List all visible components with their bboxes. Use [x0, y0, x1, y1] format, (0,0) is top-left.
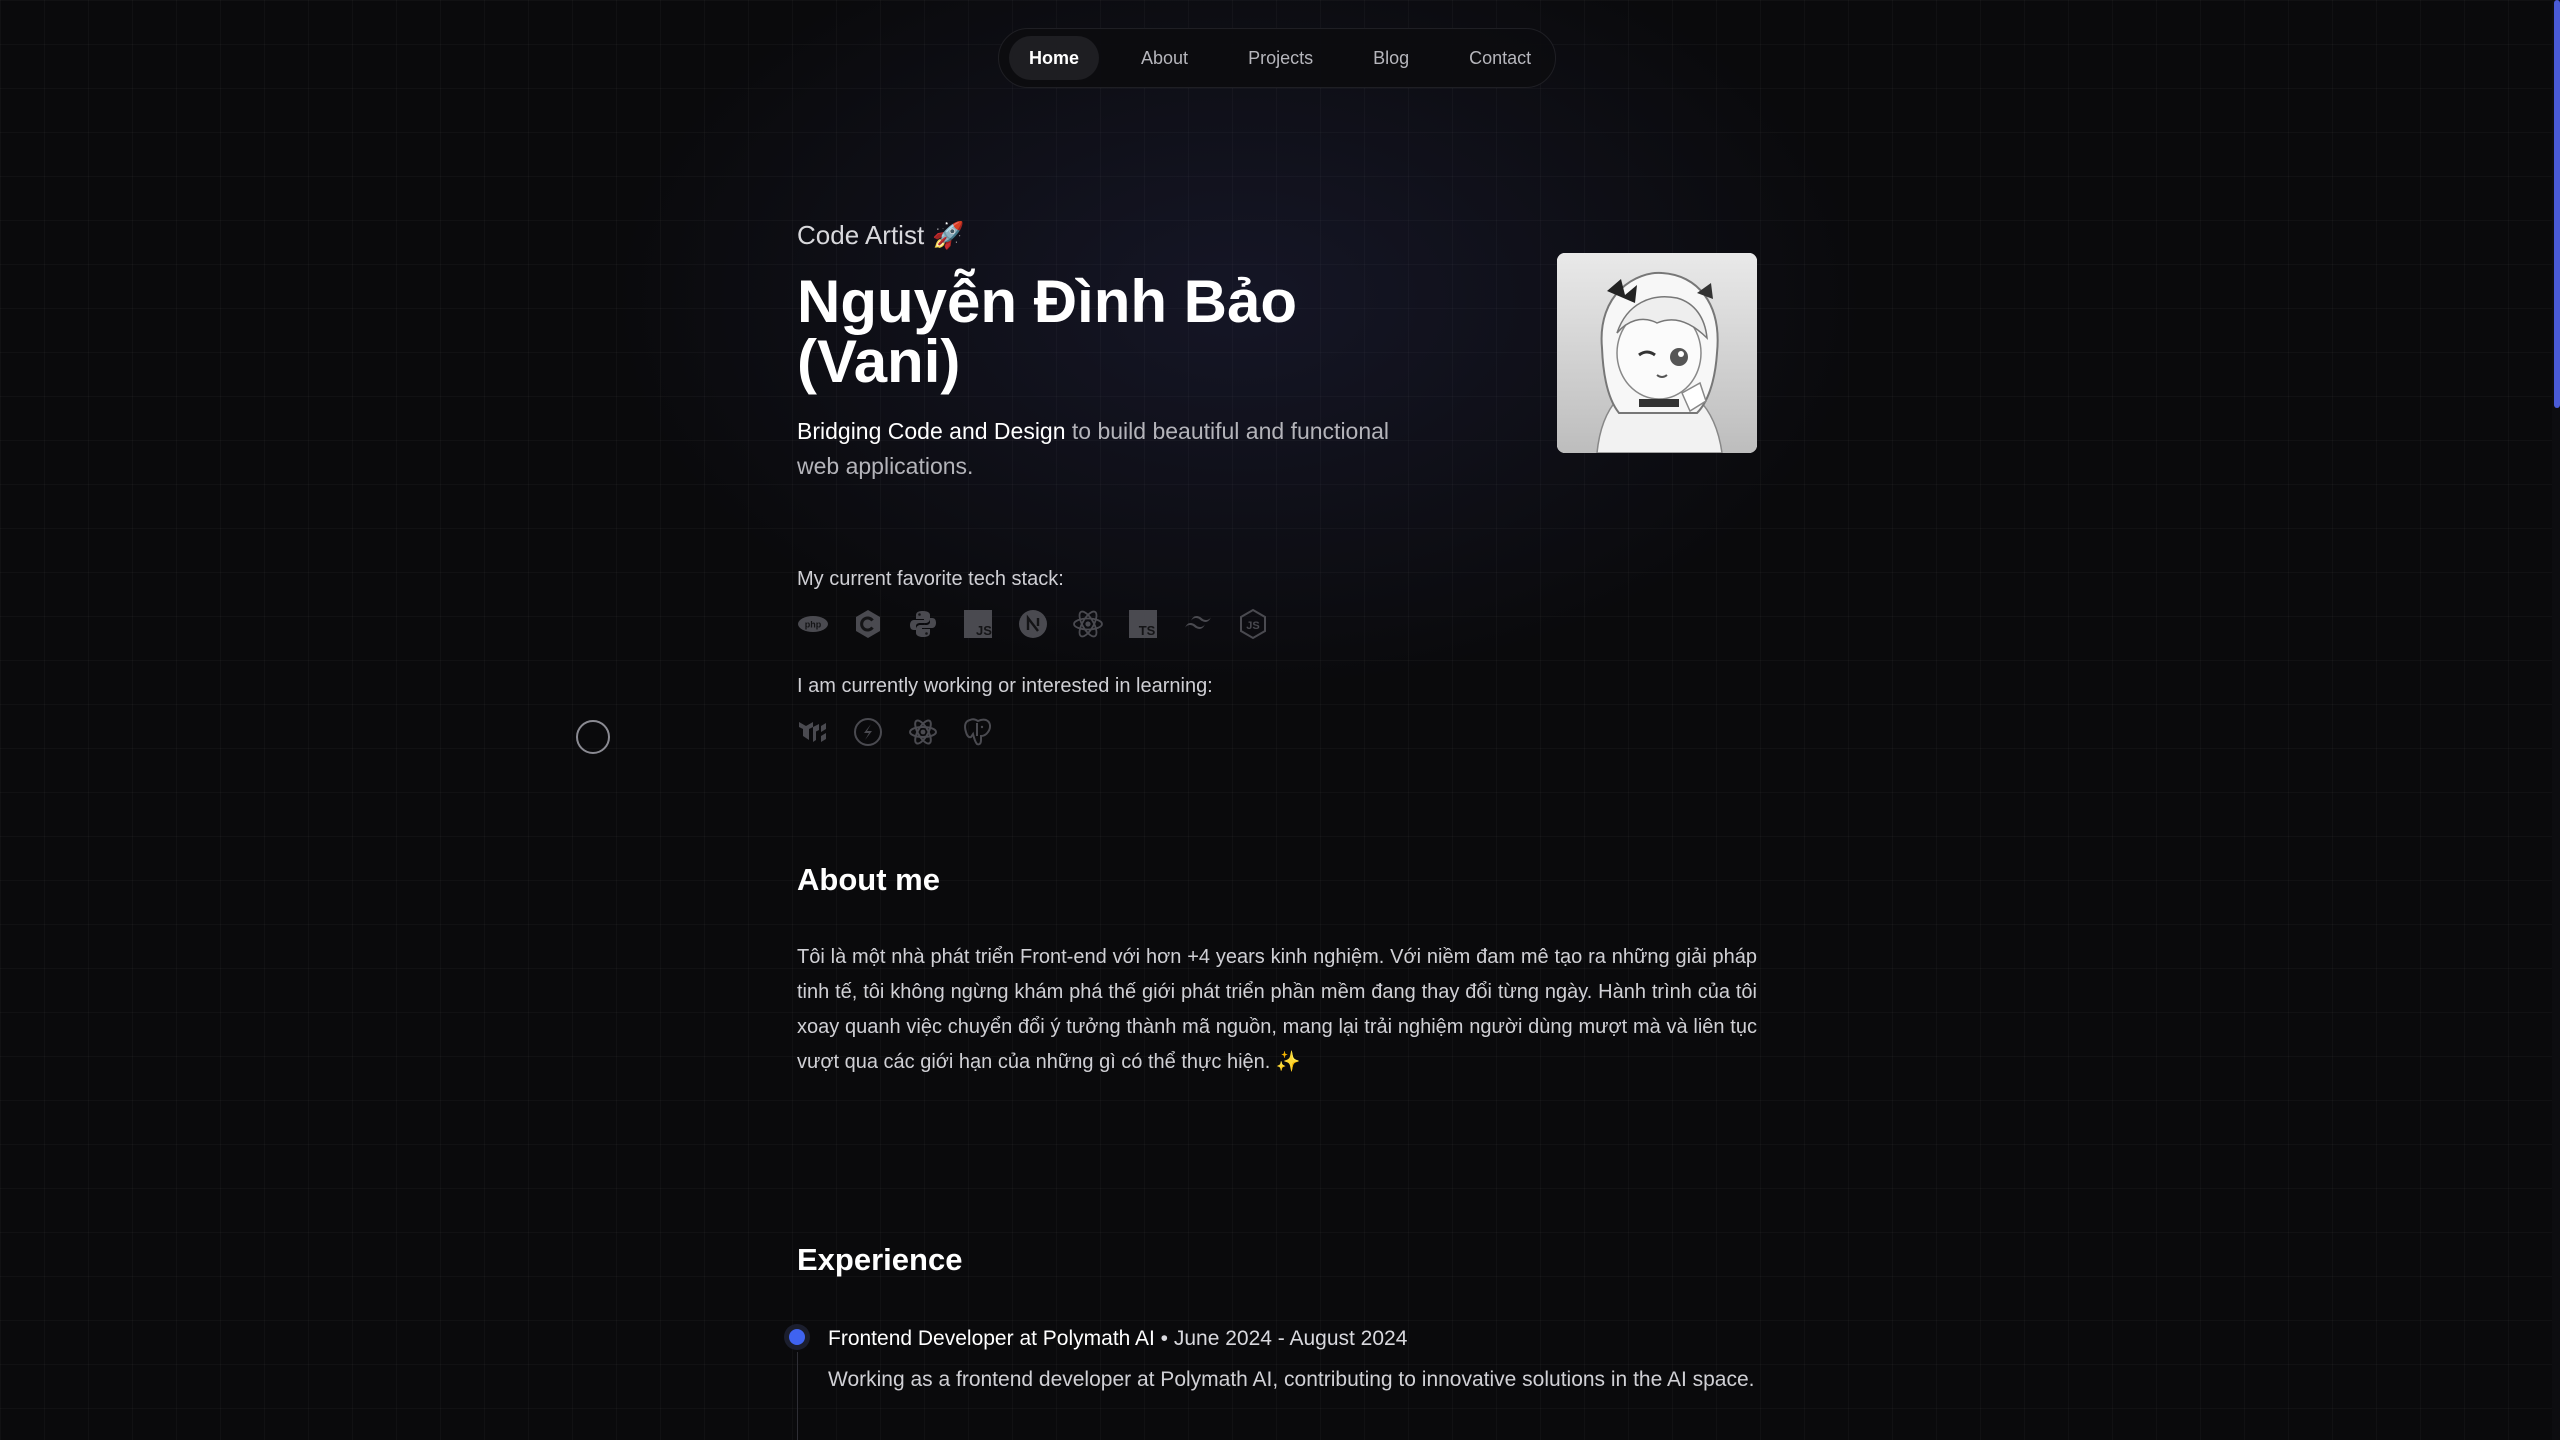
learning-label: I am currently working or interested in …	[797, 675, 1213, 697]
avatar	[1557, 253, 1757, 453]
svg-text:TS: TS	[1139, 623, 1156, 638]
nodejs-icon: JS	[1240, 608, 1266, 640]
page: Home About Projects Blog Contact Code Ar…	[0, 0, 2560, 1440]
experience-item-description: Working as a frontend developer at Polym…	[828, 1368, 1755, 1391]
rocket-icon: 🚀	[932, 220, 965, 250]
learning-icons	[797, 716, 994, 748]
experience-role: Frontend Developer at Polymath AI	[828, 1327, 1155, 1350]
experience-item-title: Frontend Developer at Polymath AI • June…	[828, 1327, 1407, 1351]
javascript-icon: JS	[964, 610, 992, 638]
scrollbar[interactable]	[2552, 0, 2560, 1440]
experience-dates: • June 2024 - August 2024	[1154, 1327, 1408, 1350]
nav-item-home[interactable]: Home	[1009, 36, 1100, 80]
typescript-icon: TS	[1129, 610, 1157, 638]
nav-item-about[interactable]: About	[1121, 36, 1208, 80]
about-title: About me	[797, 862, 940, 897]
svg-text:JS: JS	[976, 623, 992, 638]
timeline-line	[797, 1352, 798, 1440]
hero-tagline: Bridging Code and Design to build beauti…	[797, 414, 1397, 484]
react-icon	[1073, 610, 1103, 638]
nav-item-contact[interactable]: Contact	[1449, 36, 1551, 80]
timeline-dot	[784, 1324, 810, 1350]
experience-title: Experience	[797, 1242, 963, 1277]
anime-girl-avatar-icon	[1557, 253, 1757, 453]
nav-item-projects[interactable]: Projects	[1228, 36, 1333, 80]
main-nav: Home About Projects Blog Contact	[998, 28, 1556, 88]
tailwind-icon	[1185, 616, 1211, 629]
nav-item-blog[interactable]: Blog	[1353, 36, 1429, 80]
scrollbar-thumb[interactable]	[2554, 0, 2560, 408]
tech-stack-label: My current favorite tech stack:	[797, 568, 1064, 590]
mui-icon	[799, 722, 826, 742]
hero-name: Nguyễn Đình Bảo (Vani)	[797, 268, 1298, 395]
role-text: Code Artist	[797, 220, 925, 250]
react-native-icon	[909, 719, 937, 745]
cursor-ring	[576, 720, 610, 754]
svelte-icon	[854, 718, 882, 746]
php-icon: php	[798, 616, 828, 632]
nextjs-icon	[1019, 610, 1047, 638]
postgresql-icon	[964, 718, 992, 746]
svg-text:JS: JS	[1246, 620, 1259, 632]
svg-text:php: php	[805, 620, 822, 630]
tagline-highlight: Bridging Code and Design	[797, 418, 1066, 444]
about-text: Tôi là một nhà phát triển Front-end với …	[797, 946, 1757, 1073]
tech-stack-icons: php JS TS JS	[797, 608, 1269, 640]
timeline-dot-inner	[789, 1329, 805, 1345]
python-icon	[910, 611, 936, 637]
role-line: Code Artist 🚀	[797, 220, 965, 251]
csharp-icon	[856, 610, 880, 638]
